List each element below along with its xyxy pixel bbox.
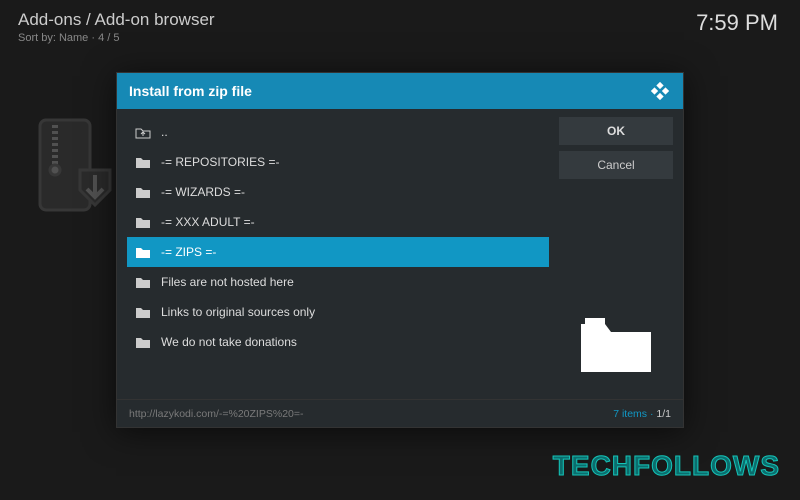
right-panel: OK Cancel — [559, 117, 673, 399]
list-item-label: Links to original sources only — [161, 305, 315, 319]
list-item-up[interactable]: .. — [127, 117, 549, 147]
list-item[interactable]: -= XXX ADULT =- — [127, 207, 549, 237]
folder-icon — [135, 156, 151, 169]
list-item-label: Files are not hosted here — [161, 275, 294, 289]
list-item-label: -= REPOSITORIES =- — [161, 155, 279, 169]
page-indicator: 1/1 — [656, 408, 671, 420]
dialog-title: Install from zip file — [129, 83, 252, 99]
header-bar: Add-ons / Add-on browser Sort by: Name ·… — [0, 0, 800, 48]
dialog-title-bar: Install from zip file — [117, 73, 683, 109]
list-item-selected[interactable]: -= ZIPS =- — [127, 237, 549, 267]
sort-row: Sort by: Name · 4 / 5 — [18, 32, 782, 44]
folder-icon — [135, 246, 151, 259]
footer-path: http://lazykodi.com/-=%20ZIPS%20=- — [129, 408, 304, 420]
folder-icon — [135, 336, 151, 349]
list-item[interactable]: Files are not hosted here — [127, 267, 549, 297]
zip-download-icon — [35, 115, 115, 215]
install-zip-dialog: Install from zip file .. -= REPOSITORIES… — [116, 72, 684, 428]
dialog-body: .. -= REPOSITORIES =- -= WIZARDS =- -= X… — [117, 109, 683, 399]
item-count: 7 items — [613, 408, 647, 420]
footer-sep: · — [650, 408, 654, 420]
list-item-label: -= WIZARDS =- — [161, 185, 245, 199]
dialog-footer: http://lazykodi.com/-=%20ZIPS%20=- 7 ite… — [117, 399, 683, 427]
folder-preview-icon — [577, 314, 655, 378]
file-list[interactable]: .. -= REPOSITORIES =- -= WIZARDS =- -= X… — [127, 117, 549, 399]
list-item[interactable]: -= REPOSITORIES =- — [127, 147, 549, 177]
watermark: TECHFOLLOWS — [553, 450, 780, 482]
sort-label: Sort by: Name — [18, 32, 88, 44]
list-item[interactable]: Links to original sources only — [127, 297, 549, 327]
list-item-label: We do not take donations — [161, 335, 297, 349]
folder-up-icon — [135, 126, 151, 139]
list-item-label: -= XXX ADULT =- — [161, 215, 255, 229]
folder-icon — [135, 186, 151, 199]
list-item-label: .. — [161, 125, 168, 139]
list-item[interactable]: -= WIZARDS =- — [127, 177, 549, 207]
list-item[interactable]: We do not take donations — [127, 327, 549, 357]
kodi-logo-icon — [649, 80, 671, 102]
folder-icon — [135, 276, 151, 289]
breadcrumb: Add-ons / Add-on browser — [18, 10, 782, 30]
clock: 7:59 PM — [696, 10, 778, 36]
folder-icon — [135, 216, 151, 229]
sort-position: 4 / 5 — [98, 32, 119, 44]
list-item-label: -= ZIPS =- — [161, 245, 216, 259]
sort-sep: · — [91, 32, 95, 44]
cancel-button[interactable]: Cancel — [559, 151, 673, 179]
folder-icon — [135, 306, 151, 319]
footer-count: 7 items · 1/1 — [613, 408, 671, 420]
preview-pane — [559, 297, 673, 395]
ok-button[interactable]: OK — [559, 117, 673, 145]
